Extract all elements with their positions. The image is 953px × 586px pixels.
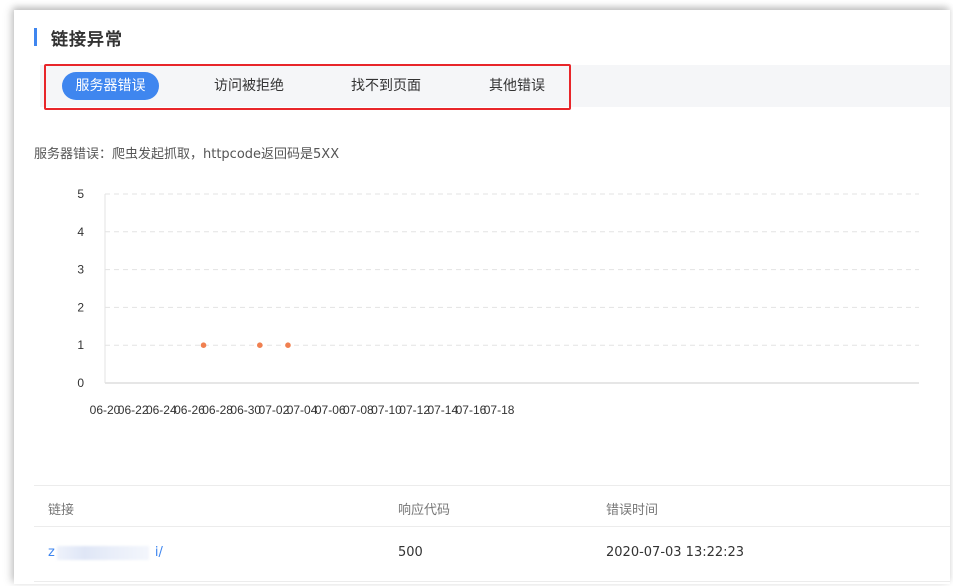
y-tick-label: 4 (77, 225, 84, 239)
x-tick-label: 07-04 (287, 403, 318, 417)
column-header-code: 响应代码 (398, 503, 451, 518)
x-tick-label: 06-30 (230, 403, 261, 417)
tabs-highlight-box (44, 64, 571, 110)
link-prefix: z (48, 545, 55, 560)
link-suffix: i/ (154, 545, 163, 560)
y-tick-label: 5 (77, 187, 84, 201)
x-tick-label: 07-16 (456, 403, 487, 417)
column-header-link: 链接 (48, 503, 75, 518)
response-code: 500 (398, 545, 423, 560)
data-point (257, 342, 263, 348)
x-tick-label: 06-22 (118, 403, 149, 417)
chart-description: 服务器错误：爬虫发起抓取，httpcode返回码是5XX (34, 147, 340, 162)
x-tick-label: 07-08 (343, 403, 374, 417)
section-title: 链接异常 (51, 29, 123, 50)
data-point (285, 342, 291, 348)
table-row: z i/ 500 2020-07-03 13:22:23 (34, 528, 950, 582)
x-tick-label: 07-18 (484, 403, 515, 417)
column-header-time: 错误时间 (606, 503, 659, 518)
section-header: 链接异常 (34, 27, 123, 50)
table-header: 链接 响应代码 错误时间 (34, 485, 950, 527)
x-tick-label: 07-10 (371, 403, 402, 417)
y-tick-label: 3 (77, 263, 84, 277)
y-tick-label: 0 (77, 376, 84, 390)
y-tick-label: 1 (77, 338, 84, 352)
x-tick-label: 07-06 (315, 403, 346, 417)
x-tick-label: 06-26 (174, 403, 205, 417)
panel-window: 链接异常 服务器错误 访问被拒绝 找不到页面 其他错误 服务器错误：爬虫发起抓取… (14, 10, 950, 584)
x-tick-label: 06-24 (146, 403, 177, 417)
section-accent-bar (34, 28, 37, 46)
x-tick-label: 07-14 (427, 403, 458, 417)
x-tick-label: 06-28 (202, 403, 233, 417)
data-point (200, 342, 207, 348)
error-time: 2020-07-03 13:22:23 (606, 545, 745, 560)
y-tick-label: 2 (77, 300, 84, 314)
x-tick-label: 06-20 (90, 403, 121, 417)
error-trend-chart: 01234506-2006-2206-2406-2606-2806-3007-0… (77, 187, 919, 417)
redacted-url-blur (56, 545, 149, 560)
error-link[interactable]: z i/ (48, 545, 163, 560)
x-tick-label: 07-12 (399, 403, 430, 417)
x-tick-label: 07-02 (259, 403, 290, 417)
